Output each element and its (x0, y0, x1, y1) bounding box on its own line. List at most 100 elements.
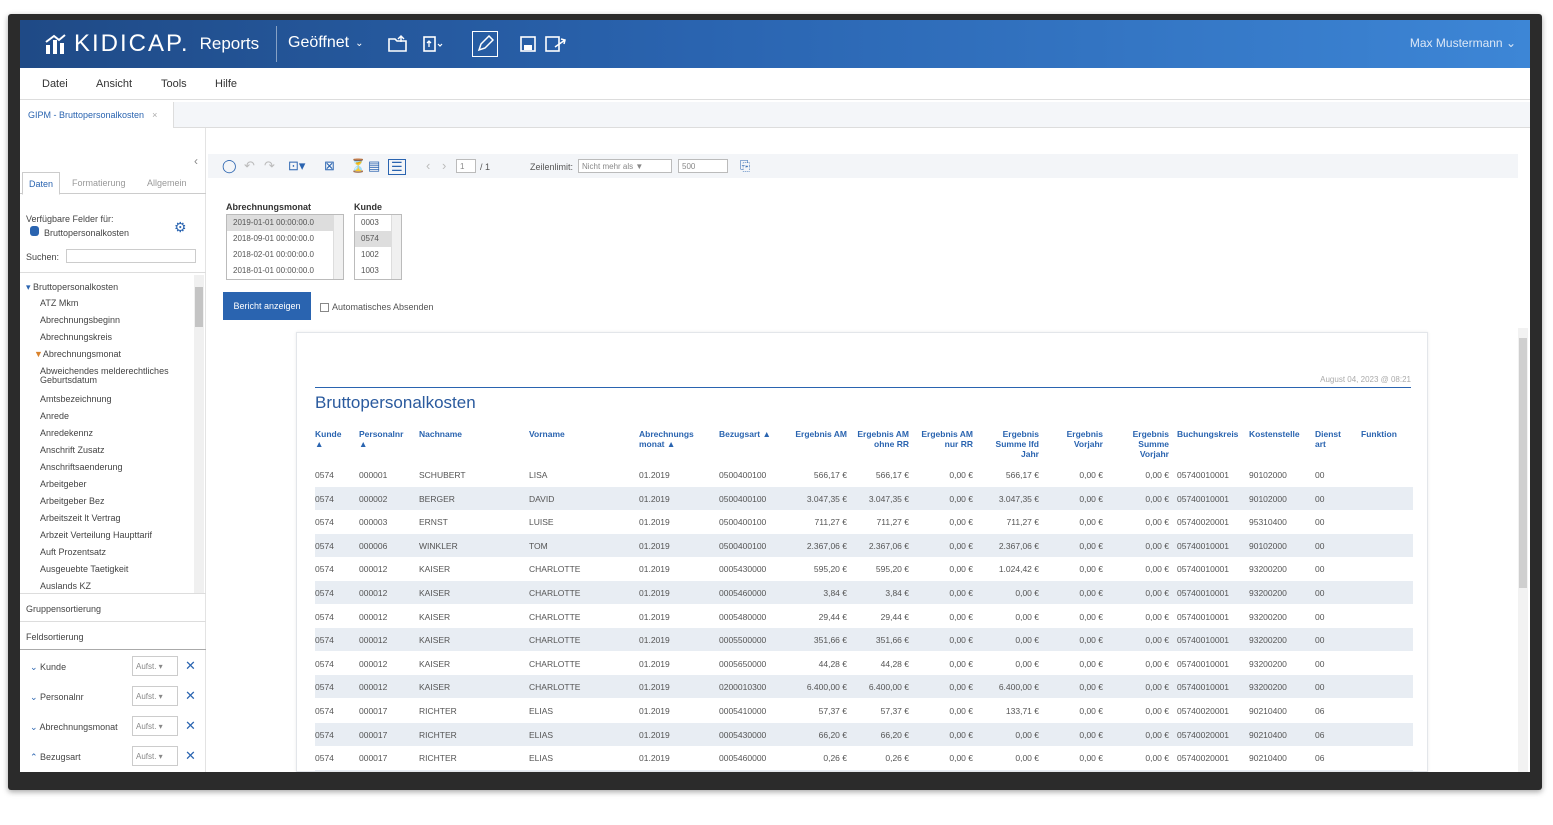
open-dropdown[interactable]: Geöffnet ⌄ (288, 34, 363, 52)
customer-listbox[interactable]: 0003 0574 1002 1003 (354, 214, 402, 280)
row-limit-select[interactable]: Nicht mehr als ▼ (578, 159, 672, 173)
edit-pencil-icon[interactable] (472, 31, 498, 57)
remove-sort-icon[interactable]: ✕ (185, 748, 196, 764)
tree-item[interactable]: Auft Prozentsatz (40, 548, 190, 557)
sort-order-select[interactable]: Aufst. ▾ (132, 746, 178, 766)
column-header[interactable]: Abrechnungs monat ▲ (639, 429, 709, 449)
tree-item[interactable]: Abrechnungskreis (40, 333, 190, 342)
remove-sort-icon[interactable]: ✕ (185, 658, 196, 674)
collapse-panel-icon[interactable]: ‹ (194, 154, 198, 168)
page-input[interactable]: 1 (456, 159, 476, 173)
tree-root[interactable]: ▾ Bruttopersonalkosten (26, 283, 176, 292)
table-icon[interactable]: ▤ (368, 159, 380, 173)
menu-ansicht[interactable]: Ansicht (96, 78, 132, 90)
database-icon (30, 226, 39, 236)
tree-item[interactable]: Arbzeit Verteilung Haupttarif (40, 531, 190, 540)
tree-item[interactable]: Ausgeuebte Taetigkeit (40, 565, 190, 574)
tab-bruttopersonalkosten[interactable]: GIPM - Bruttopersonalkosten × (20, 102, 174, 128)
save-as-icon[interactable] (544, 33, 568, 55)
customer-option[interactable]: 0003 (355, 215, 391, 231)
column-header[interactable]: Funktion (1361, 429, 1407, 439)
tree-item[interactable]: Anrede (40, 412, 190, 421)
column-header[interactable]: Ergebnis AM ohne RR (849, 429, 909, 449)
column-header[interactable]: Ergebnis Vorjahr (1043, 429, 1103, 449)
customer-option[interactable]: 1002 (355, 247, 391, 263)
tab-allgemein[interactable]: Allgemein (147, 178, 187, 188)
tree-item[interactable]: Anschrift Zusatz (40, 446, 190, 455)
sort-order-select[interactable]: Aufst. ▾ (132, 716, 178, 736)
close-icon[interactable]: × (152, 110, 157, 120)
column-header[interactable]: Kostenstelle (1249, 429, 1309, 439)
tree-item[interactable]: Arbeitgeber Bez (40, 497, 190, 506)
column-header[interactable]: Nachname (419, 429, 499, 439)
gear-icon[interactable]: ⚙ (174, 219, 187, 236)
tree-item[interactable]: Abweichendes melderechtliches Geburtsdat… (40, 367, 190, 385)
table-cell: KAISER (419, 682, 451, 693)
tree-item[interactable]: Auslands KZ (40, 582, 190, 591)
filter-icon[interactable]: ⏳ (350, 159, 366, 173)
column-header[interactable]: Ergebnis Summe lfd Jahr (977, 429, 1039, 459)
column-header[interactable]: Personalnr ▲ (359, 429, 409, 449)
remove-sort-icon[interactable]: ✕ (185, 688, 196, 704)
tree-item[interactable]: Abrechnungsbeginn (40, 316, 190, 325)
tab-daten[interactable]: Daten (22, 172, 61, 195)
redo-icon[interactable]: ↷ (264, 159, 275, 173)
month-option[interactable]: 2019-01-01 00:00:00.0 (227, 215, 333, 231)
search-input[interactable] (66, 249, 196, 263)
tree-item[interactable]: Arbeitgeber (40, 480, 190, 489)
tree-item[interactable]: Anschriftsaenderung (40, 463, 190, 472)
menu-hilfe[interactable]: Hilfe (215, 78, 237, 90)
report-scroll-thumb[interactable] (1519, 338, 1527, 588)
customer-option[interactable]: 1003 (355, 263, 391, 279)
sort-order-select[interactable]: Aufst. ▾ (132, 686, 178, 706)
list-icon[interactable]: ☰ (388, 159, 406, 175)
column-header[interactable]: Buchungskreis (1177, 429, 1245, 439)
folder-open-icon[interactable] (386, 33, 410, 55)
save-icon[interactable] (516, 33, 540, 55)
user-menu[interactable]: Max Mustermann ⌄ (1410, 36, 1516, 50)
sort-order-select[interactable]: Aufst. ▾ (132, 656, 178, 676)
field-sort-section[interactable]: Feldsortierung (20, 622, 206, 650)
export-file-icon[interactable] (420, 33, 444, 55)
tree-item[interactable]: Amtsbezeichnung (40, 395, 190, 404)
table-cell: 1.024,42 € (998, 564, 1039, 575)
group-sort-section[interactable]: Gruppensortierung (20, 594, 206, 622)
prev-page-icon[interactable]: ‹ (426, 159, 430, 173)
auto-send-checkbox[interactable] (320, 302, 329, 312)
customer-option[interactable]: 0574 (355, 231, 391, 247)
table-cell: 6.400,00 € (868, 682, 909, 693)
select-icon[interactable]: ⊠ (324, 159, 335, 173)
table-cell: CHARLOTTE (529, 658, 581, 669)
month-scrollbar[interactable] (333, 215, 343, 279)
refresh-icon[interactable]: ◯ (222, 159, 237, 173)
row-limit-option: Nicht mehr als (582, 162, 634, 171)
month-option[interactable]: 2018-02-01 00:00:00.0 (227, 247, 333, 263)
menu-tools[interactable]: Tools (161, 78, 187, 90)
tree-scroll-thumb[interactable] (195, 287, 203, 327)
column-header[interactable]: Vorname (529, 429, 619, 439)
auto-send-toggle[interactable]: Automatisches Absenden (320, 302, 434, 312)
column-header[interactable]: Ergebnis AM nur RR (913, 429, 973, 449)
row-limit-input[interactable]: 500 (678, 159, 728, 173)
tree-item[interactable]: Anredekennz (40, 429, 190, 438)
show-report-button[interactable]: Bericht anzeigen (223, 292, 311, 320)
column-header[interactable]: Kunde ▲ (315, 429, 345, 449)
next-page-icon[interactable]: › (442, 159, 446, 173)
month-option[interactable]: 2018-01-01 00:00:00.0 (227, 263, 333, 279)
undo-icon[interactable]: ↶ (244, 159, 255, 173)
column-header[interactable]: Ergebnis Summe Vorjahr (1109, 429, 1169, 459)
tree-item-filtered[interactable]: ▼Abrechnungsmonat (34, 350, 184, 359)
month-option[interactable]: 2018-09-01 00:00:00.0 (227, 231, 333, 247)
column-header[interactable]: Bezugsart ▲ (719, 429, 785, 439)
month-listbox[interactable]: 2019-01-01 00:00:00.0 2018-09-01 00:00:0… (226, 214, 344, 280)
tree-item[interactable]: ATZ Mkm (40, 299, 190, 308)
tab-formatierung[interactable]: Formatierung (72, 178, 126, 188)
tree-item[interactable]: Arbeitszeit lt Vertrag (40, 514, 190, 523)
column-header[interactable]: Dienst art (1315, 429, 1349, 449)
export-report-icon[interactable]: ⎘ (740, 159, 750, 173)
column-header[interactable]: Ergebnis AM (785, 429, 847, 439)
insert-icon[interactable]: ⊡▾ (288, 159, 305, 173)
menu-datei[interactable]: Datei (42, 78, 68, 90)
remove-sort-icon[interactable]: ✕ (185, 718, 196, 734)
customer-scrollbar[interactable] (391, 215, 401, 279)
